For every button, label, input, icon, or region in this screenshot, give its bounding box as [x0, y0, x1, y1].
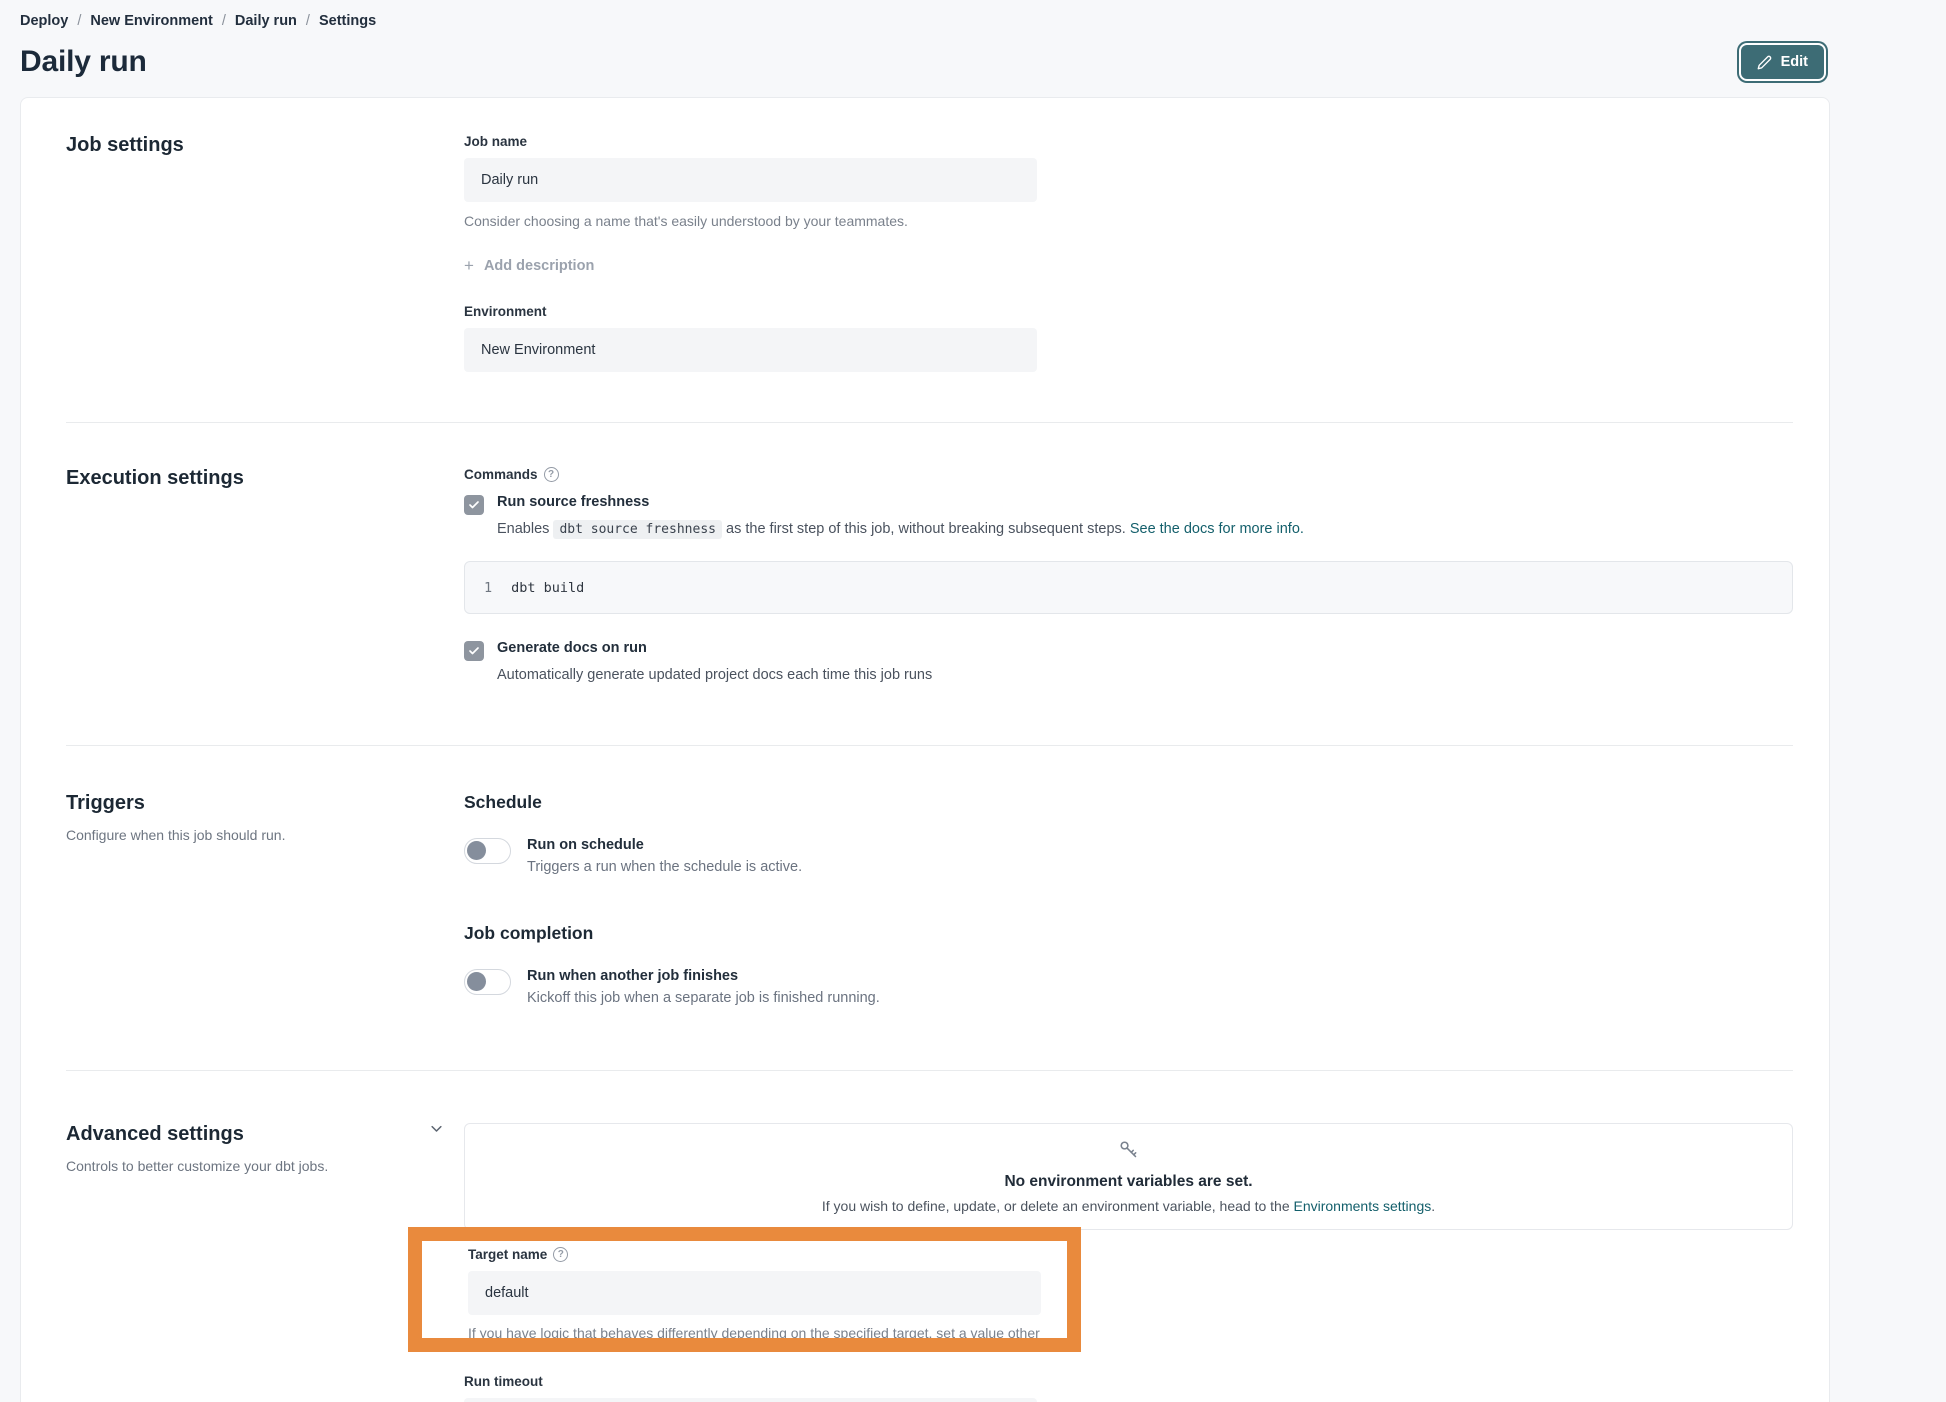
run-on-schedule-row: Run on schedule Triggers a run when the …	[464, 837, 1793, 875]
breadcrumb-separator: /	[77, 13, 81, 29]
job-name-input[interactable]	[464, 158, 1037, 202]
job-settings-form: Job name Consider choosing a name that's…	[464, 134, 1793, 372]
dbt-source-freshness-code: dbt source freshness	[553, 520, 722, 539]
run-timeout-block: Run timeout Maximum number of seconds a …	[464, 1374, 1793, 1402]
chevron-down-icon[interactable]	[429, 1121, 445, 1137]
desc-text: as the first step of this job, without b…	[722, 521, 1130, 537]
run-when-job-finishes-desc: Kickoff this job when a separate job is …	[527, 990, 880, 1006]
breadcrumb-environment[interactable]: New Environment	[90, 13, 212, 29]
breadcrumb-separator: /	[306, 13, 310, 29]
target-name-highlight-box: Target name ? If you have logic that beh…	[408, 1227, 1081, 1352]
desc-text: .	[1431, 1198, 1435, 1214]
target-name-helper: If you have logic that behaves different…	[468, 1324, 1053, 1352]
job-completion-block: Job completion Run when another job fini…	[464, 923, 1793, 1006]
job-settings-left-column: Job settings	[66, 134, 464, 372]
environment-input[interactable]	[464, 328, 1037, 372]
run-source-freshness-row: Run source freshness	[464, 494, 1793, 515]
run-source-freshness-checkbox[interactable]	[464, 495, 484, 515]
run-on-schedule-label: Run on schedule	[527, 837, 802, 853]
execution-settings-left-column: Execution settings	[66, 467, 464, 683]
code-line-number: 1	[484, 580, 492, 596]
plus-icon: +	[464, 257, 474, 274]
advanced-settings-subtitle: Controls to better customize your dbt jo…	[66, 1158, 464, 1174]
code-text: dbt build	[511, 580, 584, 596]
settings-card: Job settings Job name Consider choosing …	[20, 97, 1830, 1402]
page-title: Daily run	[20, 45, 147, 79]
environments-settings-link[interactable]: Environments settings	[1294, 1198, 1432, 1214]
run-on-schedule-desc: Triggers a run when the schedule is acti…	[527, 859, 802, 875]
run-when-job-finishes-toggle[interactable]	[464, 969, 511, 995]
generate-docs-row: Generate docs on run	[464, 640, 1793, 661]
job-completion-heading: Job completion	[464, 923, 1793, 944]
job-name-helper: Consider choosing a name that's easily u…	[464, 213, 1793, 229]
job-settings-page: Deploy / New Environment / Daily run / S…	[20, 0, 1830, 1402]
section-execution-settings: Execution settings Commands ? Run source…	[66, 422, 1793, 745]
generate-docs-label: Generate docs on run	[497, 640, 647, 656]
target-name-help-icon[interactable]: ?	[553, 1247, 568, 1262]
run-timeout-label: Run timeout	[464, 1374, 1793, 1389]
run-timeout-input[interactable]	[464, 1398, 1037, 1402]
commands-help-icon[interactable]: ?	[544, 467, 559, 482]
toggle-knob	[467, 841, 486, 860]
run-when-job-finishes-text: Run when another job finishes Kickoff th…	[527, 968, 880, 1006]
env-vars-desc: If you wish to define, update, or delete…	[822, 1198, 1435, 1214]
edit-button-label: Edit	[1781, 54, 1808, 70]
triggers-left-column: Triggers Configure when this job should …	[66, 792, 464, 1006]
page-header: Daily run Edit	[20, 45, 1830, 79]
run-on-schedule-toggle[interactable]	[464, 838, 511, 864]
breadcrumb-job[interactable]: Daily run	[235, 13, 297, 29]
environment-label: Environment	[464, 304, 1793, 319]
run-when-job-finishes-row: Run when another job finishes Kickoff th…	[464, 968, 1793, 1006]
breadcrumb-settings-current: Settings	[319, 13, 376, 29]
breadcrumb-deploy[interactable]: Deploy	[20, 13, 68, 29]
see-docs-link[interactable]: See the docs for more info.	[1130, 521, 1304, 537]
run-on-schedule-text: Run on schedule Triggers a run when the …	[527, 837, 802, 875]
breadcrumb: Deploy / New Environment / Daily run / S…	[20, 0, 1830, 29]
breadcrumb-separator: /	[222, 13, 226, 29]
section-advanced-settings: Advanced settings Controls to better cus…	[66, 1070, 1793, 1402]
execution-settings-form: Commands ? Run source freshness Enables …	[464, 467, 1793, 683]
triggers-form: Schedule Run on schedule Triggers a run …	[464, 792, 1793, 1006]
add-description-button[interactable]: + Add description	[464, 257, 594, 274]
advanced-settings-left-column: Advanced settings Controls to better cus…	[66, 1123, 464, 1402]
toggle-knob	[467, 972, 486, 991]
run-source-freshness-desc: Enables dbt source freshness as the firs…	[497, 521, 1793, 537]
target-name-input[interactable]	[468, 1271, 1041, 1315]
key-icon	[1118, 1139, 1139, 1165]
run-when-job-finishes-label: Run when another job finishes	[527, 968, 880, 984]
generate-docs-desc: Automatically generate updated project d…	[497, 667, 1793, 683]
section-job-settings: Job settings Job name Consider choosing …	[66, 98, 1793, 422]
run-source-freshness-label: Run source freshness	[497, 494, 649, 510]
env-vars-empty-state: No environment variables are set. If you…	[464, 1123, 1793, 1230]
target-name-label-row: Target name ?	[468, 1247, 1067, 1262]
section-triggers: Triggers Configure when this job should …	[66, 745, 1793, 1070]
check-icon	[468, 499, 480, 511]
desc-text: If you wish to define, update, or delete…	[822, 1198, 1294, 1214]
add-description-label: Add description	[484, 258, 594, 274]
advanced-settings-heading: Advanced settings	[66, 1123, 464, 1146]
job-settings-heading: Job settings	[66, 134, 464, 157]
commands-label: Commands	[464, 467, 538, 482]
triggers-heading: Triggers	[66, 792, 464, 815]
job-name-label: Job name	[464, 134, 1793, 149]
env-vars-title: No environment variables are set.	[1004, 1173, 1252, 1191]
target-name-label: Target name	[468, 1247, 547, 1262]
advanced-settings-form: No environment variables are set. If you…	[464, 1123, 1793, 1402]
schedule-heading: Schedule	[464, 792, 1793, 813]
pencil-icon	[1757, 55, 1772, 70]
execution-settings-heading: Execution settings	[66, 467, 464, 490]
generate-docs-block: Generate docs on run Automatically gener…	[464, 640, 1793, 683]
desc-text: Enables	[497, 521, 553, 537]
generate-docs-checkbox[interactable]	[464, 641, 484, 661]
check-icon	[468, 645, 480, 657]
commands-code-editor: 1 dbt build	[464, 561, 1793, 614]
triggers-subtitle: Configure when this job should run.	[66, 827, 464, 843]
commands-label-row: Commands ?	[464, 467, 1793, 482]
edit-button[interactable]: Edit	[1741, 45, 1824, 79]
